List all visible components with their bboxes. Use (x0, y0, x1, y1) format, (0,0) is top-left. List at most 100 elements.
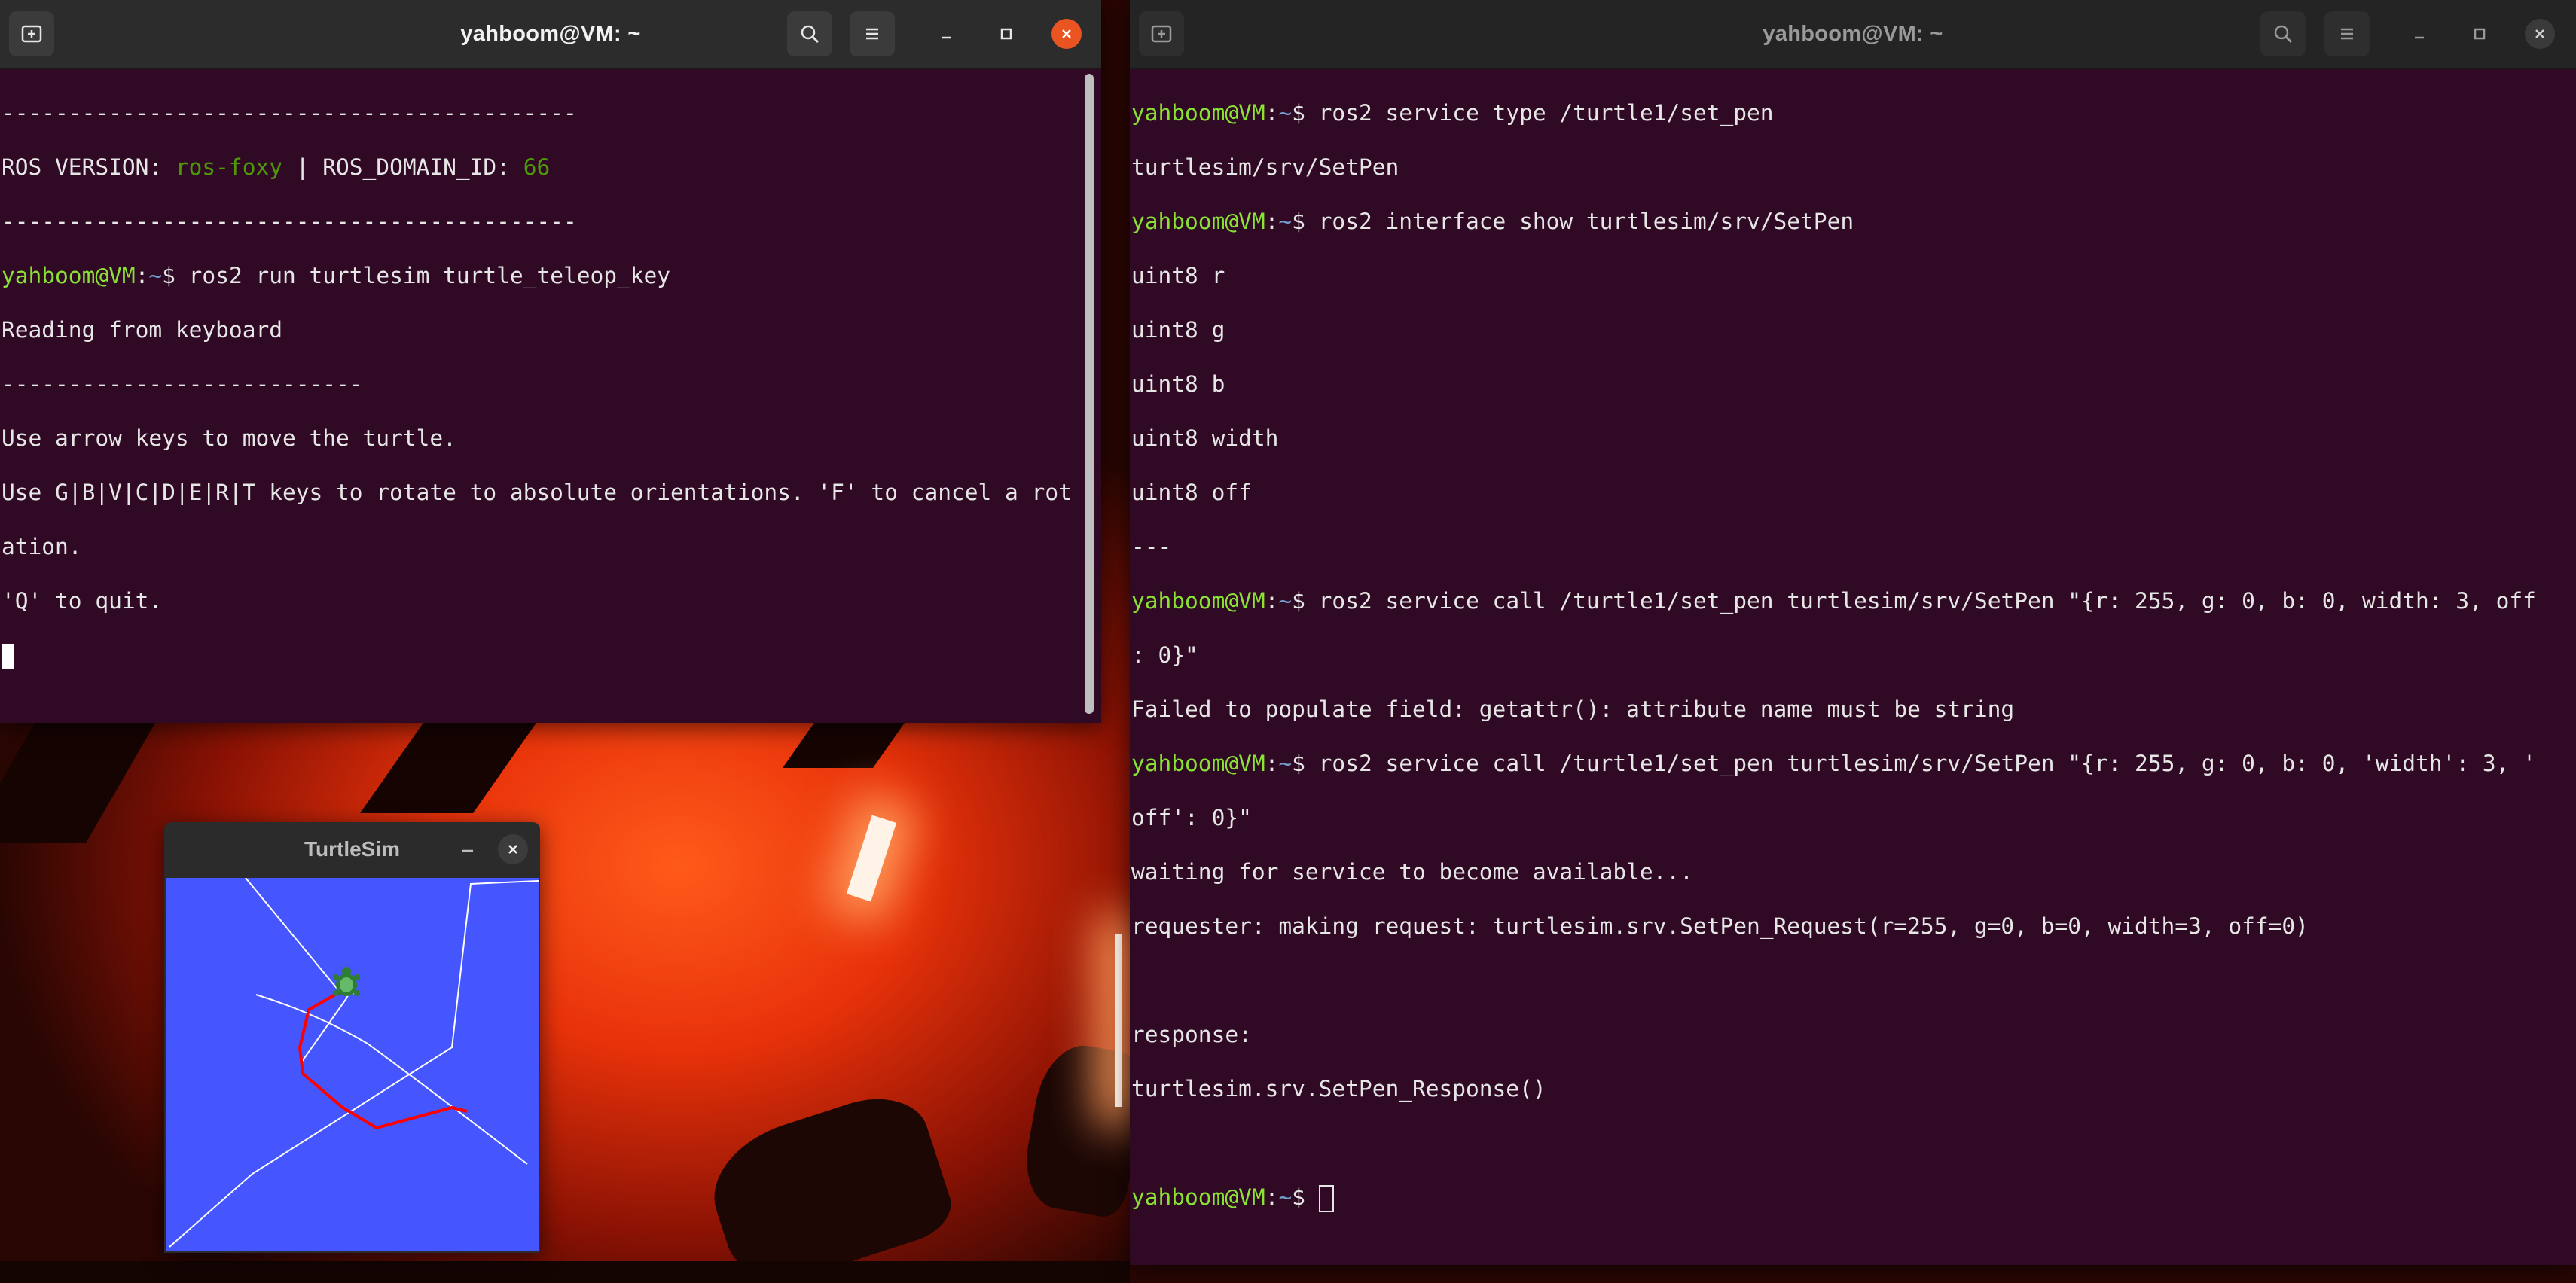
terminal-output[interactable]: yahboom@VM:~$ ros2 service type /turtle1… (1130, 69, 2576, 1265)
red-trail (298, 988, 468, 1130)
right-terminal-titlebar[interactable]: yahboom@VM: ~ (1130, 0, 2576, 69)
right-terminal-window[interactable]: yahboom@VM: ~ yahboom@VM:~$ ros2 service… (1130, 0, 2576, 1265)
command-text: ros2 run turtlesim turtle_teleop_key (188, 263, 671, 288)
terminal-line: ----------------------------------------… (2, 209, 577, 234)
minimize-icon (2415, 36, 2424, 39)
search-button[interactable] (2260, 11, 2306, 56)
new-tab-icon (21, 25, 42, 43)
prompt-colon: : (135, 263, 149, 288)
terminal-line: uint8 off (1131, 480, 1252, 505)
wallpaper-shape (0, 723, 156, 843)
terminal-line: : 0}" (1131, 642, 1198, 668)
prompt-dollar: $ (1292, 1184, 1319, 1210)
prompt-path: ~ (1278, 1184, 1293, 1210)
new-tab-button[interactable] (1139, 11, 1184, 56)
prompt-dollar: $ (1292, 100, 1319, 126)
terminal-line: uint8 g (1131, 317, 1225, 343)
ros-domain-value: 66 (523, 154, 551, 180)
terminal-line: waiting for service to become available.… (1131, 859, 1693, 885)
terminal-line: ROS VERSION: ros-foxy | ROS_DOMAIN_ID: 6… (2, 154, 1101, 181)
minimize-button[interactable] (2404, 19, 2434, 49)
terminal-line: Reading from keyboard (2, 317, 282, 343)
search-icon (801, 25, 819, 43)
terminal-line: turtlesim.srv.SetPen_Response() (1131, 1076, 1546, 1102)
terminal-line: 'Q' to quit. (2, 588, 163, 614)
terminal-line: off': 0}" (1131, 805, 1252, 830)
prompt-path: ~ (1278, 100, 1293, 126)
wallpaper-floor (0, 1261, 1130, 1283)
prompt-dollar: $ (1292, 209, 1319, 234)
terminal-line (2, 642, 1101, 669)
prompt-path: ~ (148, 263, 163, 288)
terminal-line: ----------------------------------------… (2, 100, 577, 126)
wallpaper-shape (359, 723, 537, 813)
wallpaper-rock (697, 1083, 960, 1283)
close-icon (1062, 29, 1071, 38)
prompt-user: yahboom@VM (1131, 751, 1265, 776)
white-trail (255, 994, 528, 1165)
close-button[interactable] (2525, 19, 2555, 49)
terminal-line: Failed to populate field: getattr(): att… (1131, 696, 2015, 722)
close-icon (2535, 29, 2544, 38)
close-button[interactable] (1051, 19, 1082, 49)
prompt-colon: : (1265, 1184, 1279, 1210)
minimize-icon (942, 36, 951, 39)
turtlesim-canvas[interactable] (166, 877, 539, 1251)
terminal-line: turtlesim/srv/SetPen (1131, 154, 1399, 180)
terminal-line: requester: making request: turtlesim.srv… (1131, 913, 2309, 939)
hamburger-menu-icon (2341, 28, 2353, 40)
menu-button[interactable] (2324, 11, 2370, 56)
ros-version-value: ros-foxy (175, 154, 282, 180)
terminal-line: yahboom@VM:~$ ros2 service type /turtle1… (1131, 99, 2576, 126)
terminal-line: yahboom@VM:~$ ros2 service call /turtle1… (1131, 587, 2576, 614)
scrollbar[interactable] (1085, 74, 1094, 714)
minimize-button[interactable] (931, 19, 961, 49)
window-title: yahboom@VM: ~ (460, 21, 641, 46)
text-cursor (2, 643, 14, 669)
terminal-line: yahboom@VM:~$ ros2 run turtlesim turtle_… (2, 262, 1101, 289)
turtle-icon (333, 967, 360, 996)
prompt-dollar: $ (1292, 588, 1319, 614)
prompt-user: yahboom@VM (2, 263, 136, 288)
minimize-icon (462, 849, 473, 852)
wallpaper-light (1115, 934, 1122, 1107)
terminal-line: response: (1131, 1022, 1252, 1047)
minimize-button[interactable] (454, 836, 481, 863)
new-tab-button[interactable] (9, 11, 54, 56)
prompt-user: yahboom@VM (1131, 1184, 1265, 1210)
prompt-dollar: $ (162, 263, 189, 288)
white-trail (169, 880, 539, 1248)
command-text: ros2 service call /turtle1/set_pen turtl… (1318, 588, 2536, 614)
prompt-colon: : (1265, 100, 1279, 126)
ros-domain-label: | ROS_DOMAIN_ID: (282, 154, 523, 180)
turtlesim-window[interactable]: TurtleSim (164, 822, 540, 1253)
ros-version-label: ROS VERSION: (2, 154, 175, 180)
maximize-icon (2474, 28, 2486, 40)
wallpaper-shape (782, 723, 905, 768)
left-terminal-window[interactable]: yahboom@VM: ~ --------------------------… (0, 0, 1101, 723)
maximize-icon (1000, 28, 1012, 40)
menu-button[interactable] (850, 11, 895, 56)
left-terminal-titlebar[interactable]: yahboom@VM: ~ (0, 0, 1101, 69)
terminal-output[interactable]: ----------------------------------------… (0, 69, 1101, 723)
close-icon (508, 845, 517, 854)
text-cursor (1318, 1184, 1334, 1212)
search-button[interactable] (787, 11, 832, 56)
prompt-dollar: $ (1292, 751, 1319, 776)
maximize-button[interactable] (991, 19, 1021, 49)
maximize-button[interactable] (2465, 19, 2495, 49)
turtle-trails (169, 877, 539, 1248)
terminal-line: --- (1131, 534, 1172, 559)
white-trail (245, 877, 340, 992)
window-title: yahboom@VM: ~ (1763, 21, 1943, 46)
prompt-path: ~ (1278, 751, 1293, 776)
terminal-line: ation. (2, 534, 82, 559)
close-button[interactable] (498, 834, 528, 864)
command-text: ros2 service call /turtle1/set_pen turtl… (1318, 751, 2536, 776)
prompt-path: ~ (1278, 209, 1293, 234)
terminal-line: uint8 r (1131, 263, 1225, 288)
command-text: ros2 service type /turtle1/set_pen (1318, 100, 1774, 126)
prompt-path: ~ (1278, 588, 1293, 614)
